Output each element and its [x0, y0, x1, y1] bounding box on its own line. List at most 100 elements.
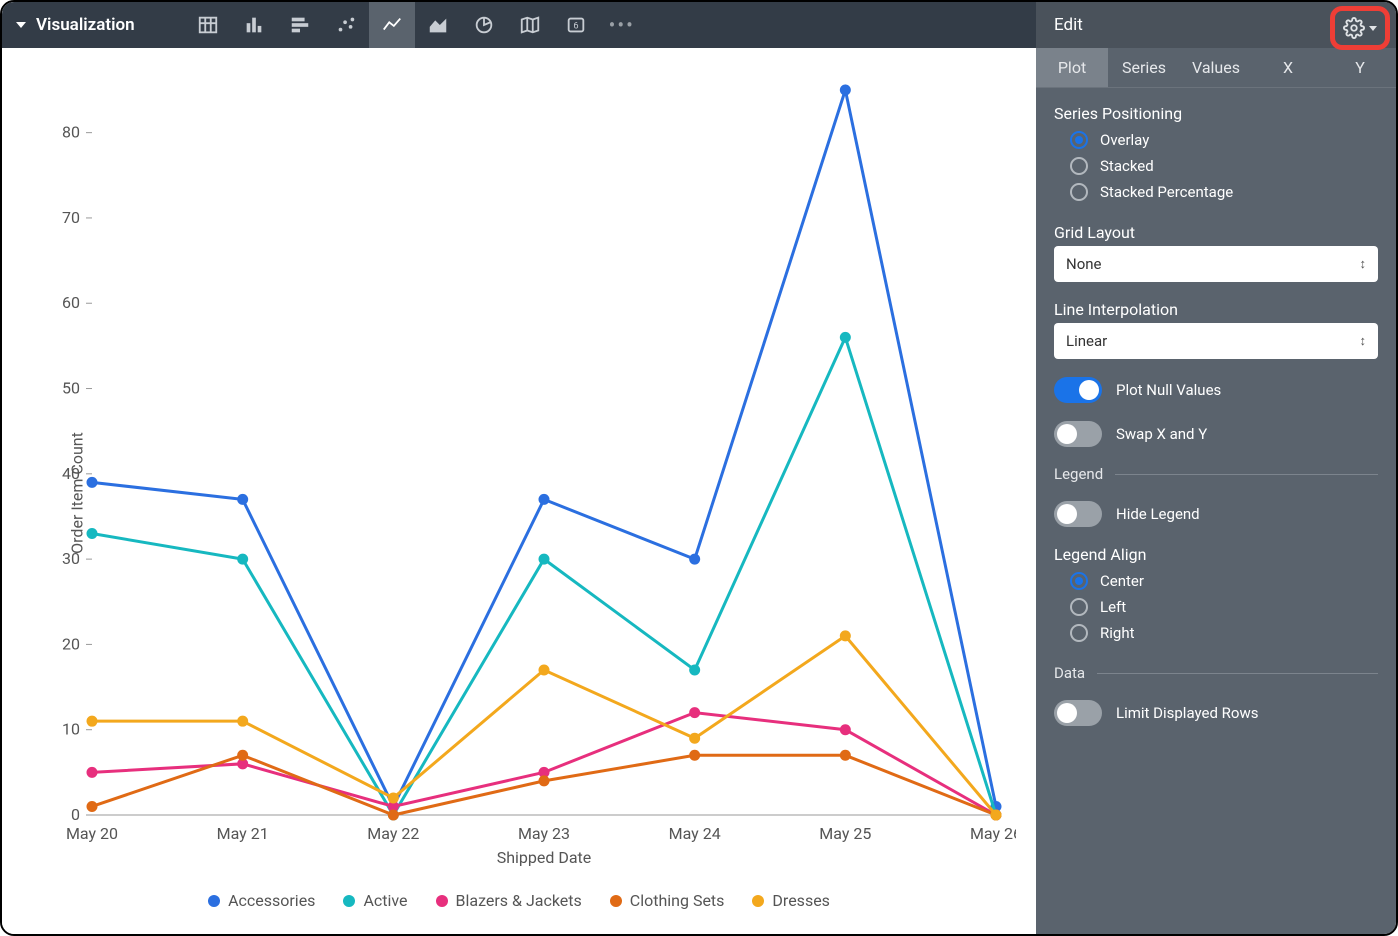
- series-point[interactable]: [539, 665, 550, 676]
- legend-item-blazers-jackets[interactable]: Blazers & Jackets: [436, 891, 582, 910]
- series-point[interactable]: [87, 477, 98, 488]
- series-point[interactable]: [237, 554, 248, 565]
- radio-icon: [1070, 624, 1088, 642]
- tab-plot[interactable]: Plot: [1036, 48, 1108, 87]
- series-point[interactable]: [840, 750, 851, 761]
- series-point[interactable]: [840, 332, 851, 343]
- series-point[interactable]: [840, 724, 851, 735]
- legend-item-clothing-sets[interactable]: Clothing Sets: [610, 891, 725, 910]
- svg-text:May 25: May 25: [819, 824, 871, 843]
- viz-type-toolbar: 6•••: [185, 2, 645, 48]
- legend-header-text: Legend: [1054, 465, 1103, 483]
- select-caret-icon: ↕: [1360, 256, 1367, 272]
- series-point[interactable]: [689, 733, 700, 744]
- series-point[interactable]: [237, 716, 248, 727]
- radio-label: Stacked Percentage: [1100, 183, 1233, 201]
- svg-text:Shipped Date: Shipped Date: [497, 848, 592, 867]
- plot-null-toggle[interactable]: [1054, 377, 1102, 403]
- series-point[interactable]: [840, 85, 851, 96]
- radio-label: Right: [1100, 624, 1134, 642]
- plot-null-toggle-row[interactable]: Plot Null Values: [1054, 377, 1378, 403]
- series-positioning-overlay[interactable]: Overlay: [1054, 127, 1378, 153]
- radio-icon: [1070, 598, 1088, 616]
- radio-label: Overlay: [1100, 131, 1149, 149]
- viz-title-toggle[interactable]: Visualization: [16, 15, 135, 35]
- tab-values[interactable]: Values: [1180, 48, 1252, 87]
- series-positioning-section: Series Positioning OverlayStackedStacked…: [1054, 104, 1378, 205]
- grid-layout-select[interactable]: None ↕: [1054, 246, 1378, 282]
- swap-xy-label: Swap X and Y: [1116, 425, 1207, 443]
- grid-layout-label: Grid Layout: [1054, 223, 1378, 242]
- viz-column-button[interactable]: [231, 2, 277, 48]
- series-point[interactable]: [87, 528, 98, 539]
- chart-canvas: 01020304050607080May 20May 21May 22May 2…: [22, 68, 1016, 877]
- legend-item-accessories[interactable]: Accessories: [208, 891, 315, 910]
- series-line: [92, 337, 996, 815]
- series-positioning-stacked-percentage[interactable]: Stacked Percentage: [1054, 179, 1378, 205]
- series-point[interactable]: [539, 554, 550, 565]
- legend-swatch: [752, 895, 764, 907]
- data-header-text: Data: [1054, 664, 1085, 682]
- tab-y[interactable]: Y: [1324, 48, 1396, 87]
- radio-label: Left: [1100, 598, 1126, 616]
- legend-align-center[interactable]: Center: [1054, 568, 1378, 594]
- legend-label: Blazers & Jackets: [456, 891, 582, 910]
- viz-pie-button[interactable]: [461, 2, 507, 48]
- series-point[interactable]: [689, 750, 700, 761]
- viz-header: Visualization 6•••: [2, 2, 1036, 48]
- viz-table-button[interactable]: [185, 2, 231, 48]
- radio-icon: [1070, 183, 1088, 201]
- caret-down-icon: [1369, 26, 1377, 31]
- caret-down-icon: [16, 22, 26, 28]
- grid-layout-section: Grid Layout None ↕: [1054, 223, 1378, 282]
- legend-item-active[interactable]: Active: [343, 891, 407, 910]
- legend-label: Accessories: [228, 891, 315, 910]
- viz-line-button[interactable]: [369, 2, 415, 48]
- series-point[interactable]: [87, 716, 98, 727]
- viz-more-button[interactable]: •••: [599, 13, 645, 37]
- radio-icon: [1070, 157, 1088, 175]
- divider-line: [1115, 474, 1378, 475]
- svg-text:May 22: May 22: [367, 824, 419, 843]
- legend-align-right[interactable]: Right: [1054, 620, 1378, 646]
- viz-single-button[interactable]: 6: [553, 2, 599, 48]
- edit-body: Series Positioning OverlayStackedStacked…: [1036, 88, 1396, 742]
- series-point[interactable]: [840, 630, 851, 641]
- viz-bar-button[interactable]: [277, 2, 323, 48]
- radio-icon: [1070, 572, 1088, 590]
- series-positioning-stacked[interactable]: Stacked: [1054, 153, 1378, 179]
- series-point[interactable]: [237, 750, 248, 761]
- viz-scatter-button[interactable]: [323, 2, 369, 48]
- viz-map-button[interactable]: [507, 2, 553, 48]
- series-point[interactable]: [539, 775, 550, 786]
- series-point[interactable]: [87, 767, 98, 778]
- tab-x[interactable]: X: [1252, 48, 1324, 87]
- limit-rows-toggle[interactable]: [1054, 700, 1102, 726]
- series-point[interactable]: [237, 494, 248, 505]
- line-interp-label: Line Interpolation: [1054, 300, 1378, 319]
- legend-label: Clothing Sets: [630, 891, 725, 910]
- series-point[interactable]: [689, 665, 700, 676]
- hide-legend-toggle[interactable]: [1054, 501, 1102, 527]
- series-point[interactable]: [388, 792, 399, 803]
- swap-xy-toggle-row[interactable]: Swap X and Y: [1054, 421, 1378, 447]
- legend-align-left[interactable]: Left: [1054, 594, 1378, 620]
- chart-area: Order Item Count 01020304050607080May 20…: [2, 48, 1036, 936]
- series-point[interactable]: [689, 554, 700, 565]
- radio-icon: [1070, 131, 1088, 149]
- series-point[interactable]: [539, 494, 550, 505]
- series-point[interactable]: [388, 810, 399, 821]
- series-point[interactable]: [87, 801, 98, 812]
- line-interp-select[interactable]: Linear ↕: [1054, 323, 1378, 359]
- gear-icon: [1343, 17, 1365, 39]
- settings-gear-button[interactable]: [1330, 6, 1390, 50]
- swap-xy-toggle[interactable]: [1054, 421, 1102, 447]
- viz-area-button[interactable]: [415, 2, 461, 48]
- legend-item-dresses[interactable]: Dresses: [752, 891, 830, 910]
- hide-legend-toggle-row[interactable]: Hide Legend: [1054, 501, 1378, 527]
- limit-rows-toggle-row[interactable]: Limit Displayed Rows: [1054, 700, 1378, 726]
- tab-series[interactable]: Series: [1108, 48, 1180, 87]
- svg-text:40: 40: [62, 464, 80, 483]
- series-point[interactable]: [991, 810, 1002, 821]
- series-point[interactable]: [689, 707, 700, 718]
